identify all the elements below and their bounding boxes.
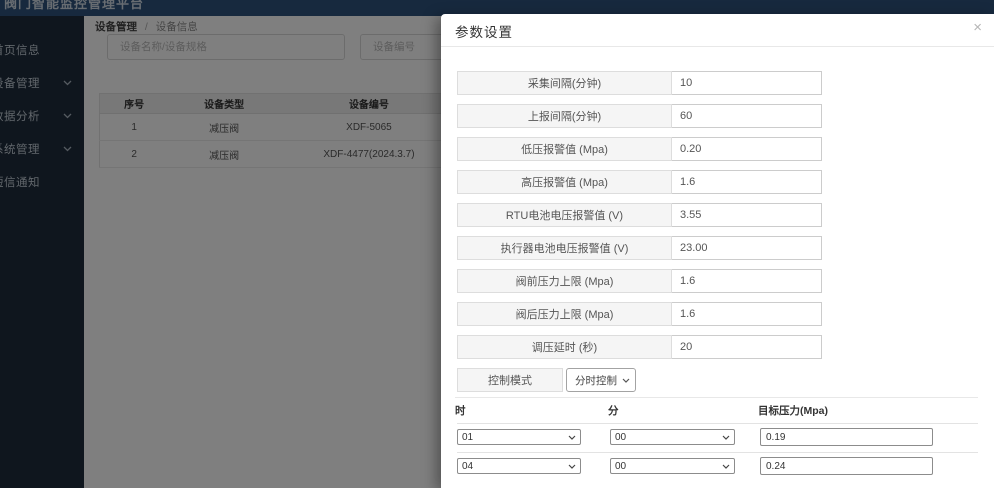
param-row-low-pressure-alarm: 低压报警值 (Mpa) bbox=[457, 137, 994, 161]
param-row-rtu-battery-alarm: RTU电池电压报警值 (V) bbox=[457, 203, 994, 227]
minute-select[interactable]: 00 bbox=[610, 458, 735, 474]
param-row-pre-valve-pressure-limit: 阀前压力上限 (Mpa) bbox=[457, 269, 994, 293]
minute-select[interactable]: 00 bbox=[610, 429, 735, 445]
param-label: 调压延时 (秒) bbox=[457, 335, 672, 359]
schedule-header-hour: 时 bbox=[455, 403, 466, 418]
schedule-header-pressure: 目标压力(Mpa) bbox=[758, 403, 828, 418]
low-pressure-alarm-input[interactable] bbox=[672, 137, 822, 161]
target-pressure-input[interactable] bbox=[760, 457, 933, 475]
schedule-row: 01 00 bbox=[457, 423, 978, 452]
minute-value: 00 bbox=[615, 461, 626, 472]
modal-header: 参数设置 × bbox=[441, 14, 994, 47]
chevron-down-icon bbox=[568, 464, 576, 469]
schedule-header-minute: 分 bbox=[608, 403, 619, 418]
minute-value: 00 bbox=[615, 432, 626, 443]
modal-body: 采集间隔(分钟) 上报间隔(分钟) 低压报警值 (Mpa) 高压报警值 (Mpa… bbox=[441, 47, 994, 481]
control-mode-row: 控制模式 分时控制 bbox=[457, 368, 994, 392]
param-label: 上报间隔(分钟) bbox=[457, 104, 672, 128]
regulation-delay-input[interactable] bbox=[672, 335, 822, 359]
param-label: 执行器电池电压报警值 (V) bbox=[457, 236, 672, 260]
param-label: 阀前压力上限 (Mpa) bbox=[457, 269, 672, 293]
report-interval-input[interactable] bbox=[672, 104, 822, 128]
param-row-high-pressure-alarm: 高压报警值 (Mpa) bbox=[457, 170, 994, 194]
hour-value: 01 bbox=[462, 432, 473, 443]
high-pressure-alarm-input[interactable] bbox=[672, 170, 822, 194]
target-pressure-input[interactable] bbox=[760, 428, 933, 446]
chevron-down-icon bbox=[722, 435, 730, 440]
chevron-down-icon bbox=[722, 464, 730, 469]
control-mode-value: 分时控制 bbox=[575, 373, 617, 388]
rtu-battery-alarm-input[interactable] bbox=[672, 203, 822, 227]
param-row-report-interval: 上报间隔(分钟) bbox=[457, 104, 994, 128]
hour-select[interactable]: 04 bbox=[457, 458, 581, 474]
param-row-collect-interval: 采集间隔(分钟) bbox=[457, 71, 994, 95]
control-mode-select[interactable]: 分时控制 bbox=[566, 368, 636, 392]
collect-interval-input[interactable] bbox=[672, 71, 822, 95]
param-row-post-valve-pressure-limit: 阀后压力上限 (Mpa) bbox=[457, 302, 994, 326]
chevron-down-icon bbox=[622, 378, 630, 383]
parameter-settings-modal: 参数设置 × 采集间隔(分钟) 上报间隔(分钟) 低压报警值 (Mpa) 高压报… bbox=[441, 14, 994, 488]
param-label: 低压报警值 (Mpa) bbox=[457, 137, 672, 161]
pre-valve-pressure-limit-input[interactable] bbox=[672, 269, 822, 293]
hour-select[interactable]: 01 bbox=[457, 429, 581, 445]
param-row-actuator-battery-alarm: 执行器电池电压报警值 (V) bbox=[457, 236, 994, 260]
screen: 阀门智能监控管理平台 首页信息 设备管理 数据分析 系统管理 短信通知 bbox=[0, 0, 994, 488]
close-icon[interactable]: × bbox=[969, 18, 986, 38]
param-label: 高压报警值 (Mpa) bbox=[457, 170, 672, 194]
modal-title: 参数设置 bbox=[455, 21, 513, 41]
param-label: 采集间隔(分钟) bbox=[457, 71, 672, 95]
schedule-section: 时 分 目标压力(Mpa) 01 00 bbox=[457, 397, 978, 481]
actuator-battery-alarm-input[interactable] bbox=[672, 236, 822, 260]
chevron-down-icon bbox=[568, 435, 576, 440]
schedule-row: 04 00 bbox=[457, 452, 978, 481]
param-label: RTU电池电压报警值 (V) bbox=[457, 203, 672, 227]
post-valve-pressure-limit-input[interactable] bbox=[672, 302, 822, 326]
param-label: 阀后压力上限 (Mpa) bbox=[457, 302, 672, 326]
control-mode-label: 控制模式 bbox=[457, 368, 563, 392]
param-row-regulation-delay: 调压延时 (秒) bbox=[457, 335, 994, 359]
schedule-header-row: 时 分 目标压力(Mpa) bbox=[455, 397, 978, 423]
hour-value: 04 bbox=[462, 461, 473, 472]
